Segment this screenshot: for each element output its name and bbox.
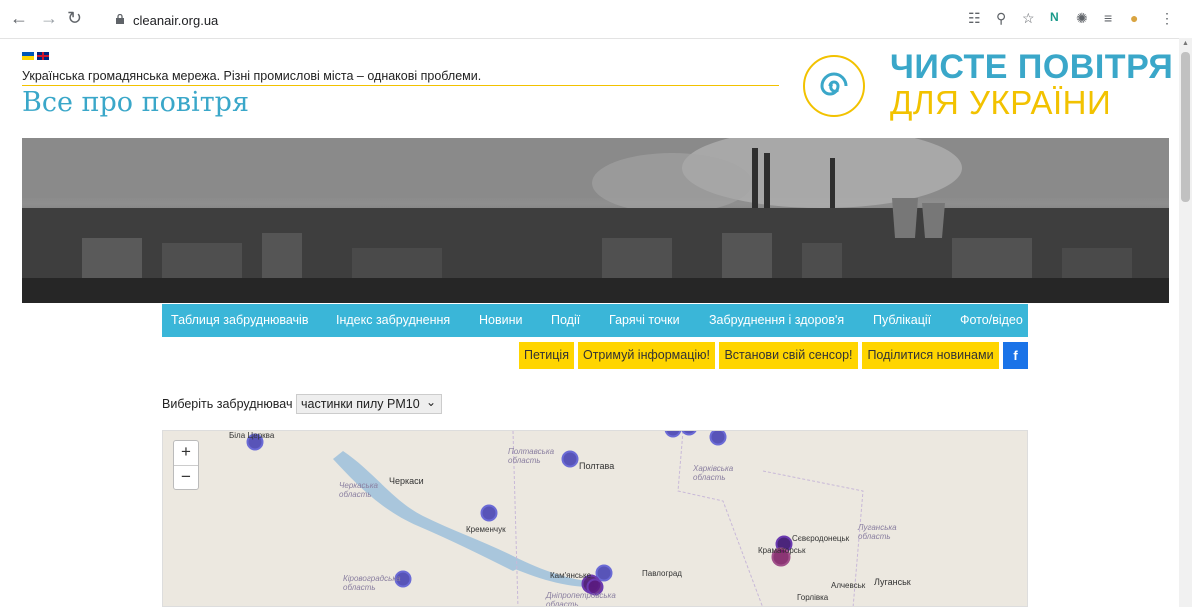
- map-label: Біла Церква: [229, 431, 275, 440]
- reload-icon[interactable]: ↻: [67, 8, 82, 29]
- pollutant-select-value[interactable]: частинки пилу PM10: [301, 397, 420, 411]
- map-label: Луганська область: [858, 523, 897, 541]
- language-switcher: [22, 52, 52, 70]
- tagline: Українська громадянська мережа. Різні пр…: [22, 69, 482, 83]
- menu-item-photo-video[interactable]: Фото/відео: [960, 313, 1023, 327]
- menu-item-pollution-health[interactable]: Забруднення і здоров'я: [709, 313, 844, 327]
- logo-emblem-icon[interactable]: [803, 55, 865, 117]
- extension-icon[interactable]: N: [1050, 10, 1059, 24]
- pollution-map[interactable]: + − Біла Церква Полтавська область Полта…: [162, 430, 1028, 607]
- map-zoom-control: + −: [173, 440, 199, 490]
- star-icon[interactable]: ☆: [1022, 10, 1035, 27]
- browser-toolbar: ← → ↻ cleanair.org.ua ☷ ⚲ ☆ N ✺ ≡ ● ⋮: [0, 0, 1192, 39]
- divider: [22, 85, 779, 86]
- pollutant-select[interactable]: частинки пилу PM10 ⌄: [296, 394, 442, 414]
- zoom-icon[interactable]: ⚲: [996, 10, 1006, 27]
- map-label: Кам'янське: [550, 571, 592, 580]
- map-label: Горлівка: [797, 593, 829, 602]
- map-label: Кіровоградська область: [343, 574, 401, 592]
- map-label: Краматорськ: [758, 546, 806, 555]
- facebook-icon[interactable]: f: [1003, 342, 1028, 369]
- puzzle-icon[interactable]: ✺: [1076, 10, 1088, 27]
- map-label: Черкаси: [389, 476, 424, 486]
- map-label: Харківська область: [693, 464, 734, 482]
- zoom-out-button[interactable]: −: [174, 466, 198, 490]
- menu-icon[interactable]: ⋮: [1160, 10, 1174, 27]
- map-marker[interactable]: [681, 431, 697, 436]
- map-label: Кременчук: [466, 525, 506, 534]
- forward-icon[interactable]: →: [40, 8, 58, 29]
- map-label: Полтавська область: [508, 447, 555, 465]
- share-news-button[interactable]: Поділитися новинами: [862, 342, 999, 369]
- logo-text-top[interactable]: ЧИСТЕ ПОВІТРЯ: [890, 48, 1173, 87]
- scroll-up-icon[interactable]: ▲: [1182, 40, 1189, 47]
- install-sensor-button[interactable]: Встанови свій сенсор!: [719, 342, 858, 369]
- petition-button[interactable]: Петиція: [519, 342, 574, 369]
- map-label: Алчевськ: [831, 581, 866, 590]
- main-menu: Таблиця забруднювачів Індекс забруднення…: [162, 304, 1028, 337]
- site-title[interactable]: Все про повітря: [22, 87, 249, 118]
- logo-text-bottom[interactable]: ДЛЯ УКРАЇНИ: [890, 84, 1111, 122]
- map-marker[interactable]: [480, 504, 498, 522]
- map-label: Дніпропетровська область: [546, 591, 616, 607]
- menu-item-pollution-index[interactable]: Індекс забруднення: [336, 313, 450, 327]
- url-text[interactable]: cleanair.org.ua: [133, 13, 218, 28]
- english-flag-icon[interactable]: [37, 52, 49, 60]
- menu-item-events[interactable]: Події: [551, 313, 580, 327]
- back-icon[interactable]: ←: [10, 8, 28, 29]
- chevron-down-icon[interactable]: ⌄: [426, 395, 436, 409]
- menu-item-pollutants-table[interactable]: Таблиця забруднювачів: [171, 313, 308, 327]
- industrial-city-banner: [22, 138, 1169, 303]
- map-label: Павлоград: [642, 569, 682, 578]
- map-marker[interactable]: [709, 431, 727, 446]
- get-info-button[interactable]: Отримуй інформацію!: [578, 342, 715, 369]
- zoom-in-button[interactable]: +: [174, 441, 198, 466]
- menu-item-news[interactable]: Новини: [479, 313, 523, 327]
- map-marker[interactable]: [664, 431, 682, 438]
- pollutant-select-label: Виберіть забруднювач: [162, 397, 293, 411]
- translate-icon[interactable]: ☷: [968, 10, 981, 27]
- menu-item-publications[interactable]: Публікації: [873, 313, 931, 327]
- page-scrollbar[interactable]: ▲: [1179, 38, 1192, 607]
- map-marker[interactable]: [595, 564, 613, 582]
- ukrainian-flag-icon[interactable]: [22, 52, 34, 60]
- lock-icon: [116, 14, 124, 24]
- reading-list-icon[interactable]: ≡: [1104, 10, 1112, 26]
- map-label: Сєвєродонецьк: [792, 534, 850, 543]
- menu-item-hotspots[interactable]: Гарячі точки: [609, 313, 680, 327]
- profile-icon[interactable]: ●: [1130, 10, 1138, 26]
- map-label: Полтава: [579, 461, 615, 471]
- scrollbar-thumb[interactable]: [1181, 52, 1190, 202]
- map-label: Луганськ: [874, 577, 911, 587]
